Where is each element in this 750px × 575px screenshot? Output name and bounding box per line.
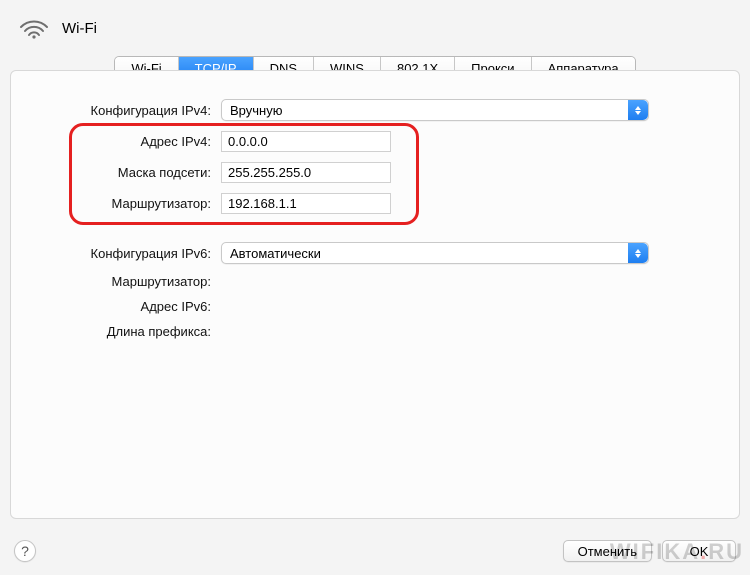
label-ipv6-config: Конфигурация IPv6: [11, 246, 211, 261]
select-ipv4-config-value: Вручную [230, 103, 282, 118]
row-ipv4-router: Маршрутизатор: [11, 193, 739, 214]
label-ipv6-router: Маршрутизатор: [11, 274, 211, 289]
select-ipv6-config-value: Автоматически [230, 246, 321, 261]
input-ipv4-address[interactable] [221, 131, 391, 152]
footer: ? Отменить OK [0, 527, 750, 575]
label-subnet-mask: Маска подсети: [11, 165, 211, 180]
help-button[interactable]: ? [14, 540, 36, 562]
row-subnet-mask: Маска подсети: [11, 162, 739, 183]
label-ipv4-config: Конфигурация IPv4: [11, 103, 211, 118]
updown-arrows-icon [628, 100, 648, 120]
form-area: Конфигурация IPv4: Вручную Адрес IPv4: М… [11, 99, 739, 339]
settings-panel: Конфигурация IPv4: Вручную Адрес IPv4: М… [10, 70, 740, 519]
input-ipv4-router[interactable] [221, 193, 391, 214]
input-subnet-mask[interactable] [221, 162, 391, 183]
label-ipv4-router: Маршрутизатор: [11, 196, 211, 211]
label-prefix-length: Длина префикса: [11, 324, 211, 339]
row-ipv4-config: Конфигурация IPv4: Вручную [11, 99, 739, 121]
updown-arrows-icon [628, 243, 648, 263]
network-tcpip-window: Wi-Fi Wi-Fi TCP/IP DNS WINS 802.1X Прокс… [0, 0, 750, 575]
select-ipv4-config[interactable]: Вручную [221, 99, 649, 121]
label-ipv4-address: Адрес IPv4: [11, 134, 211, 149]
label-ipv6-address: Адрес IPv6: [11, 299, 211, 314]
select-ipv6-config[interactable]: Автоматически [221, 242, 649, 264]
row-ipv6-router: Маршрутизатор: [11, 274, 739, 289]
row-ipv6-config: Конфигурация IPv6: Автоматически [11, 242, 739, 264]
header-title: Wi-Fi [62, 20, 97, 37]
wifi-icon [18, 16, 50, 40]
window-header: Wi-Fi [0, 0, 750, 52]
ok-button[interactable]: OK [662, 540, 736, 562]
row-prefix-length: Длина префикса: [11, 324, 739, 339]
cancel-button[interactable]: Отменить [563, 540, 652, 562]
row-ipv4-address: Адрес IPv4: [11, 131, 739, 152]
row-ipv6-address: Адрес IPv6: [11, 299, 739, 314]
